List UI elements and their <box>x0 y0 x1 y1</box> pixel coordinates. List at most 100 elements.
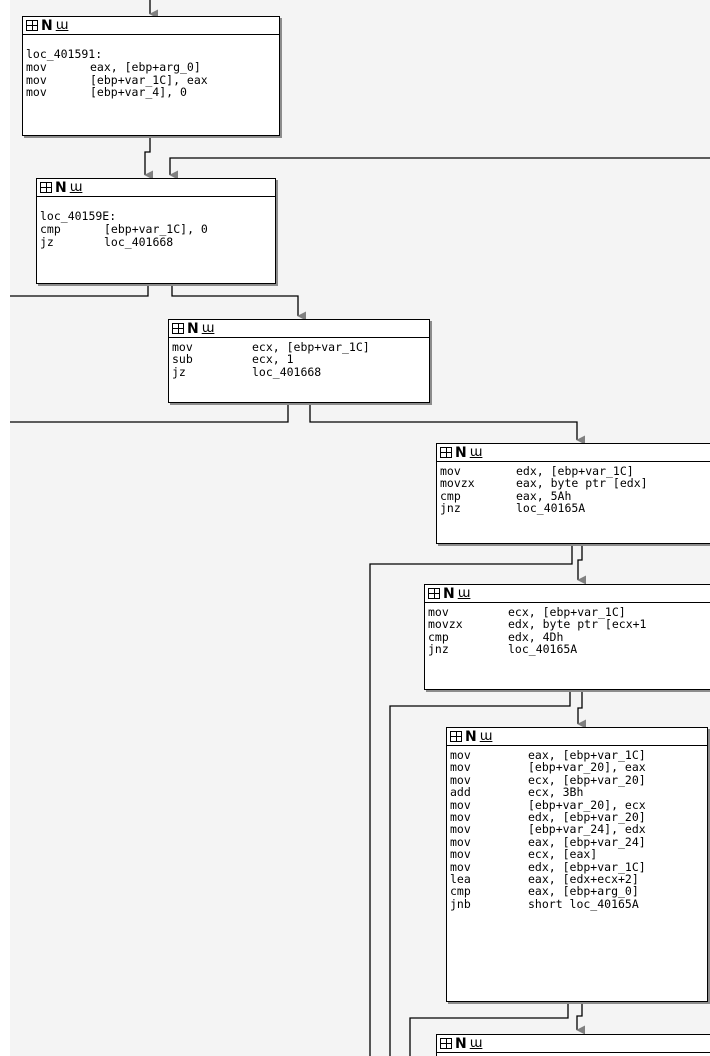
instruction-line[interactable]: jz loc_401668 <box>40 234 272 249</box>
edge-3-4 <box>309 403 586 445</box>
node-body: loc_40159E: cmp [ebp+var_1C], 0 jz loc_401… <box>37 197 275 250</box>
instruction-line[interactable]: cmp eax, [ebp+arg_0] <box>450 884 704 899</box>
uw-comment-icon[interactable]: ɯ <box>56 19 69 32</box>
node-header: N ɯ <box>37 179 275 197</box>
code-block-node[interactable]: N ɯ loc_401591: mov eax, [ebp+arg_0] mov [… <box>22 16 280 136</box>
instruction-line[interactable]: mov ecx, [eax] <box>450 847 704 862</box>
mnemonic: cmp <box>40 222 61 237</box>
graph-grid-icon[interactable] <box>428 588 440 599</box>
operands: loc_40165A <box>508 642 578 657</box>
operands: [ebp+var_20], eax <box>528 760 646 775</box>
node-header: N ɯ <box>169 320 429 338</box>
uw-comment-icon[interactable]: ɯ <box>470 1037 483 1050</box>
edge-1-2 <box>144 136 154 180</box>
node-body: mov edx, [ebp+var_1C] movzx eax, byte ptr … <box>437 462 710 517</box>
n-letter-icon[interactable]: N <box>455 446 467 460</box>
instruction-line[interactable]: movzx edx, byte ptr [ecx+1 <box>428 617 710 632</box>
mnemonic: cmp <box>450 884 471 899</box>
edge-6-7 <box>576 1002 586 1035</box>
operands: ecx, 1 <box>252 352 294 367</box>
node-header: N ɯ <box>425 585 710 603</box>
instruction-line[interactable]: mov ecx, [ebp+var_1C] <box>172 341 426 354</box>
operands: loc_401668 <box>104 234 174 249</box>
edge-2-3 <box>171 284 307 321</box>
mnemonic: jz <box>40 234 54 249</box>
mnemonic: mov <box>450 760 471 775</box>
operands: [ebp+var_1C], 0 <box>104 222 208 237</box>
code-block-node[interactable]: N ɯ mov edx, [ebp+var_1C] movzx eax, byte … <box>436 443 710 544</box>
code-block-node[interactable]: N ɯ mov eax, [ebp+var_1C] mov [ebp+var_20]… <box>446 727 708 1002</box>
edge-loop-back <box>169 157 710 180</box>
operands: eax, [ebp+arg_0] <box>528 884 639 899</box>
operands: loc_401668 <box>252 364 322 379</box>
node-body: loc_401591: mov eax, [ebp+arg_0] mov [ebp+… <box>23 35 279 101</box>
instruction-line[interactable]: jnz loc_40165A <box>428 642 710 657</box>
uw-comment-icon[interactable]: ɯ <box>202 322 215 335</box>
code-block-node[interactable]: N ɯ mov ecx, [ebp+var_1C] movzx edx, byte … <box>424 584 710 690</box>
mnemonic: jnz <box>428 642 449 657</box>
mnemonic: jnb <box>450 896 471 911</box>
mnemonic: jz <box>172 364 186 379</box>
operands: ecx, [eax] <box>528 847 598 862</box>
mnemonic: jnz <box>440 501 461 516</box>
node-header: N ɯ <box>437 444 710 462</box>
mnemonic: movzx <box>428 617 463 632</box>
uw-comment-icon[interactable]: ɯ <box>458 587 471 600</box>
edge-5-6 <box>577 690 587 729</box>
code-block-node[interactable]: N ɯ mov ecx, [ebp+var_1C] sub ecx, 1 jz loc… <box>168 319 430 403</box>
node-body: mov eax, [ebp+var_1C] mov [ebp+var_20], ea… <box>447 746 707 912</box>
operands: edx, byte ptr [ecx+1 <box>508 617 647 632</box>
mnemonic: mov <box>450 847 471 862</box>
uw-comment-icon[interactable]: ɯ <box>70 181 83 194</box>
instruction-line[interactable]: mov [ebp+var_20], eax <box>450 760 704 775</box>
mnemonic: mov <box>26 60 47 75</box>
node-body: mov ecx, [ebp+var_1C] movzx edx, byte ptr … <box>425 603 710 658</box>
graph-grid-icon[interactable] <box>40 182 52 193</box>
instruction-line[interactable]: sub ecx, 1 <box>172 352 426 367</box>
instruction-line[interactable]: jnz loc_40165A <box>440 501 710 516</box>
instruction-line[interactable]: add ecx, 3Bh <box>450 785 704 800</box>
n-letter-icon[interactable]: N <box>55 181 67 195</box>
graph-grid-icon[interactable] <box>172 323 184 334</box>
graph-grid-icon[interactable] <box>450 731 462 742</box>
edge-3-left <box>10 403 289 423</box>
code-block-node[interactable]: N ɯ <box>436 1034 710 1056</box>
node-header: N ɯ <box>447 728 707 746</box>
operands: loc_40165A <box>516 501 586 516</box>
node-body: mov ecx, [ebp+var_1C] sub ecx, 1 jz loc_401… <box>169 338 429 380</box>
node-header: N ɯ <box>23 17 279 35</box>
instruction-line[interactable]: cmp [ebp+var_1C], 0 <box>40 222 272 237</box>
code-block-node[interactable]: N ɯ loc_40159E: cmp [ebp+var_1C], 0 jz loc… <box>36 178 276 284</box>
mnemonic: mov <box>450 822 471 837</box>
n-letter-icon[interactable]: N <box>455 1037 467 1051</box>
mnemonic: add <box>450 785 471 800</box>
mnemonic: movzx <box>440 476 475 491</box>
instruction-line[interactable]: jz loc_401668 <box>172 364 426 379</box>
instruction-line[interactable]: mov [ebp+var_4], 0 <box>26 85 276 100</box>
node-header: N ɯ <box>437 1035 710 1053</box>
operands: short loc_40165A <box>528 896 639 911</box>
operands: [ebp+var_24], edx <box>528 822 646 837</box>
n-letter-icon[interactable]: N <box>41 19 53 33</box>
instruction-line[interactable]: mov eax, [ebp+arg_0] <box>26 60 276 75</box>
mnemonic: mov <box>26 85 47 100</box>
graph-grid-icon[interactable] <box>26 20 38 31</box>
uw-comment-icon[interactable]: ɯ <box>480 730 493 743</box>
instruction-line[interactable]: movzx eax, byte ptr [edx] <box>440 476 710 491</box>
instruction-line[interactable]: mov [ebp+var_24], edx <box>450 822 704 837</box>
operands: eax, [ebp+arg_0] <box>90 60 201 75</box>
uw-comment-icon[interactable]: ɯ <box>470 446 483 459</box>
edge-4-5 <box>577 544 587 585</box>
n-letter-icon[interactable]: N <box>465 730 477 744</box>
block-label[interactable]: loc_40159E: <box>40 210 272 223</box>
block-label[interactable]: loc_401591: <box>26 48 276 61</box>
graph-grid-icon[interactable] <box>440 1038 452 1049</box>
instruction-line[interactable]: jnb short loc_40165A <box>450 896 704 911</box>
operands: [ebp+var_4], 0 <box>90 85 187 100</box>
graph-view[interactable]: N ɯ loc_401591: mov eax, [ebp+arg_0] mov [… <box>0 0 710 1056</box>
edge-2-left <box>10 284 149 297</box>
n-letter-icon[interactable]: N <box>443 587 455 601</box>
operands: eax, byte ptr [edx] <box>516 476 648 491</box>
graph-grid-icon[interactable] <box>440 447 452 458</box>
n-letter-icon[interactable]: N <box>187 322 199 336</box>
